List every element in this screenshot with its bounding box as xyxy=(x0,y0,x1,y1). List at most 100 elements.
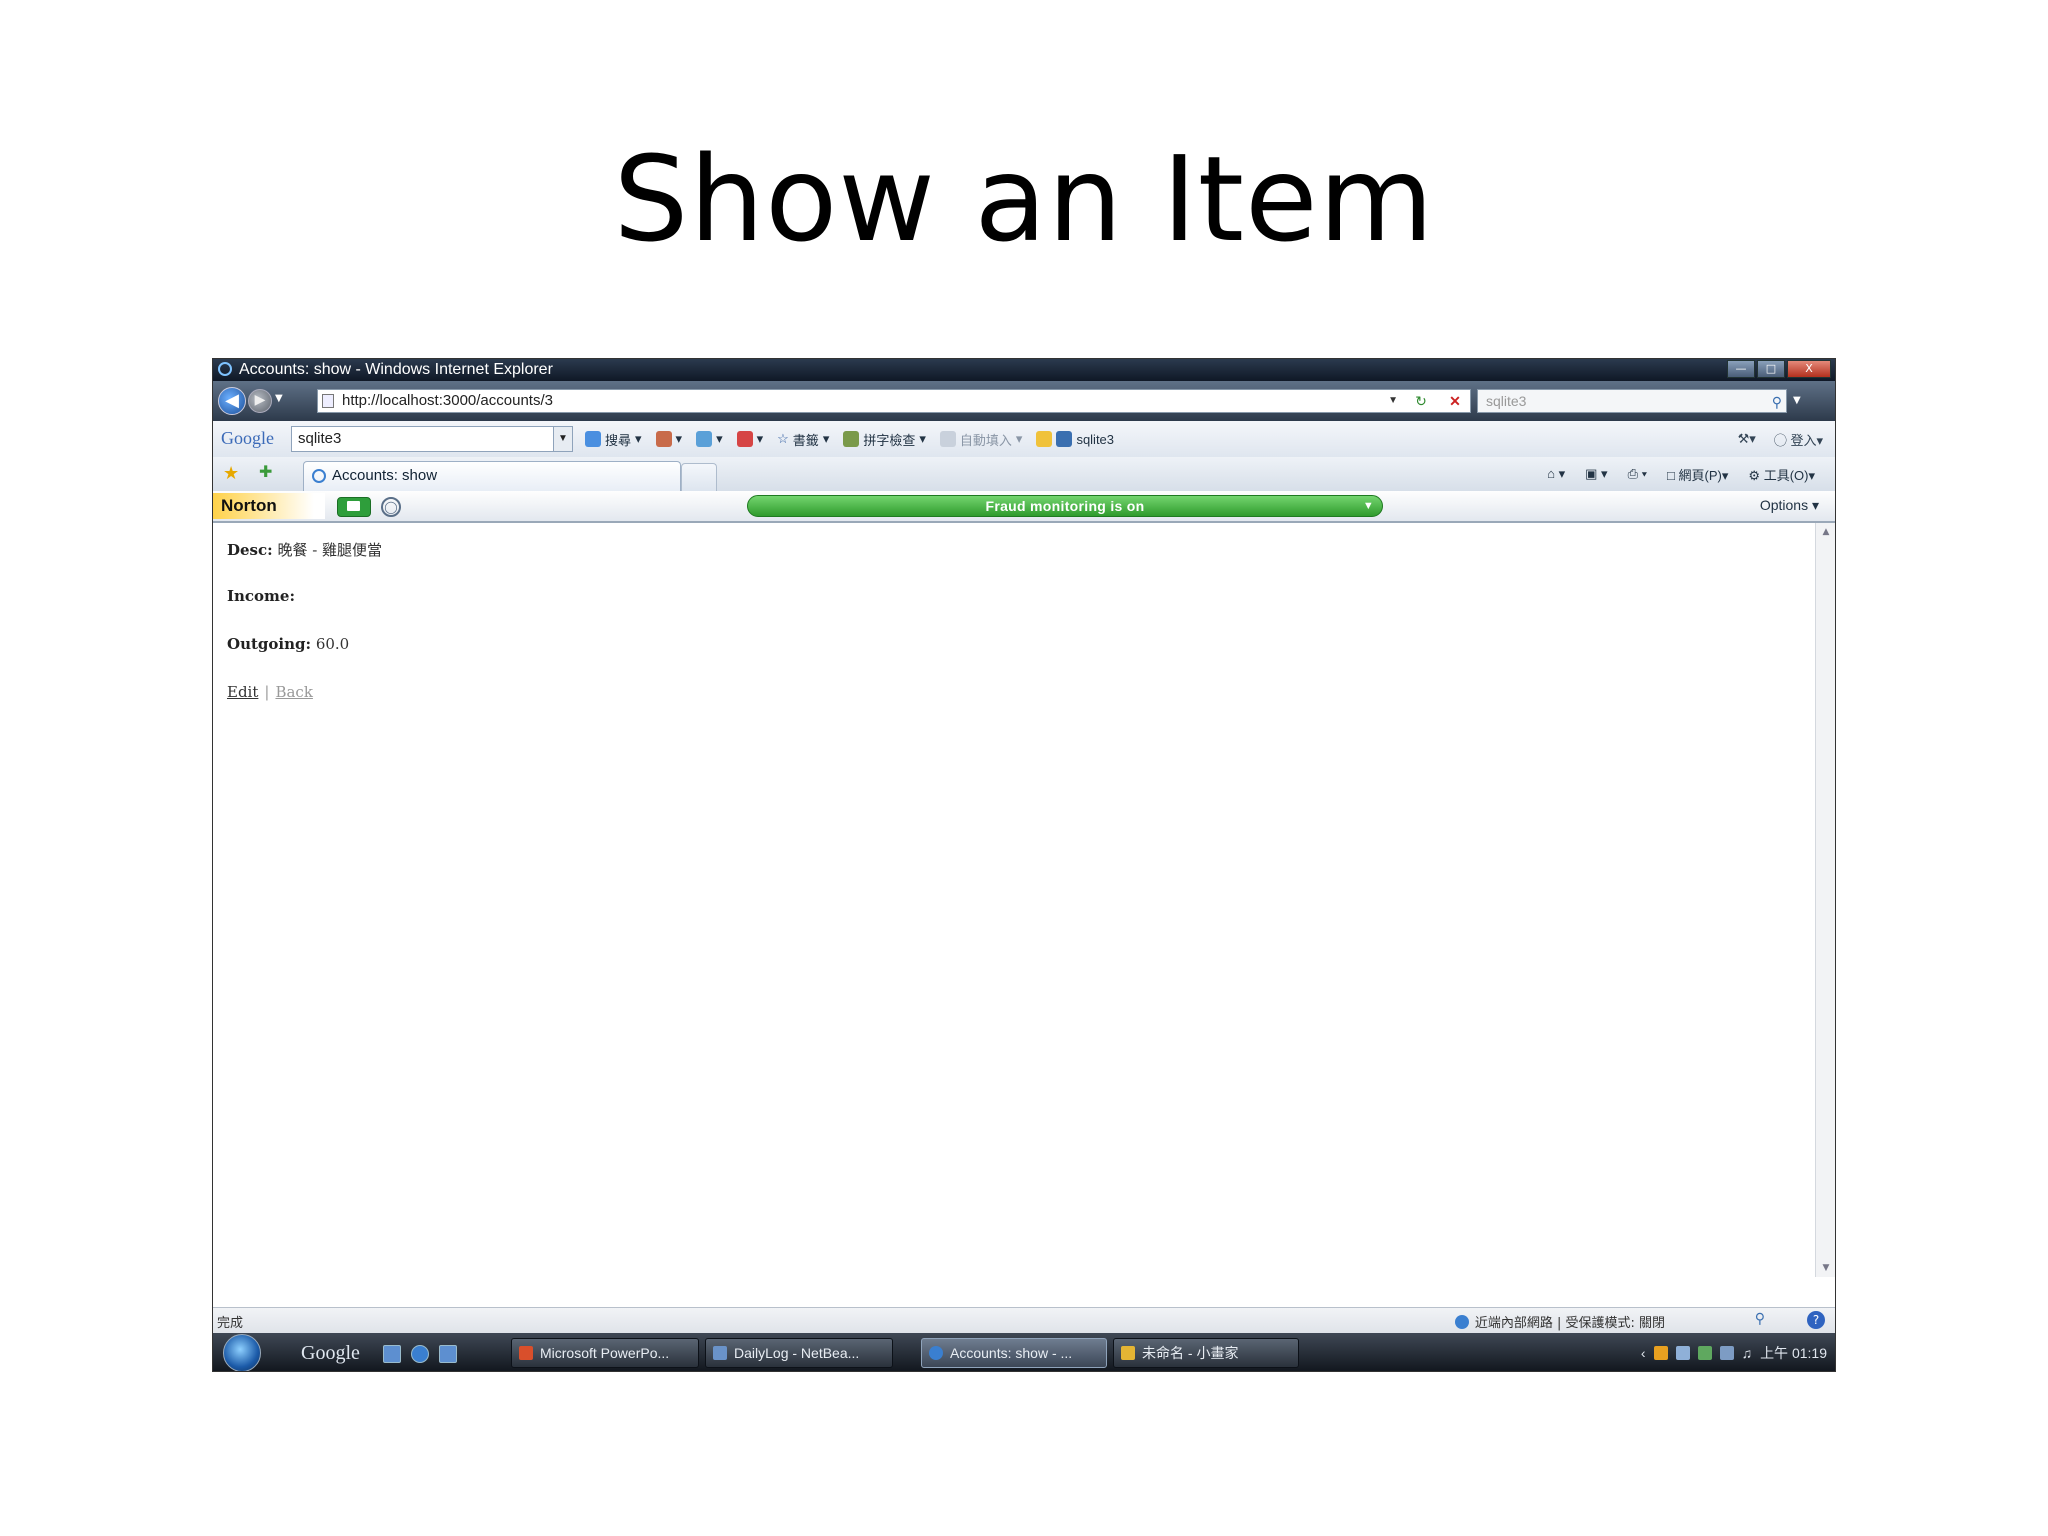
tab-label: Accounts: show xyxy=(332,467,438,484)
page-content: Desc: 晚餐 - 雞腿便當 Income: Outgoing: 60.0 E… xyxy=(213,523,1815,1277)
back-button[interactable]: ◀ xyxy=(218,387,246,415)
outgoing-row: Outgoing: 60.0 xyxy=(227,635,349,653)
tray-app-icon[interactable] xyxy=(1697,1346,1712,1360)
taskbar-label: DailyLog - NetBea... xyxy=(734,1345,860,1361)
tray-expand-icon[interactable]: ‹ xyxy=(1641,1345,1646,1361)
norton-toolbar: Norton ◯ Fraud monitoring is on ▼ Option… xyxy=(213,491,1835,523)
edit-link[interactable]: Edit xyxy=(227,683,258,701)
link-separator: | xyxy=(264,683,270,701)
income-label: Income: xyxy=(227,587,296,605)
scroll-up-icon[interactable]: ▲ xyxy=(1816,523,1835,541)
signin-button[interactable]: ◯ 登入▾ xyxy=(1774,430,1823,449)
bookmarks-button[interactable]: ☆ 書籤 ▾ xyxy=(777,430,829,449)
zoom-icon[interactable]: ⚲ xyxy=(1755,1311,1765,1327)
desc-row: Desc: 晚餐 - 雞腿便當 xyxy=(227,539,382,560)
window-title: Accounts: show - Windows Internet Explor… xyxy=(239,361,553,378)
ie-quicklaunch-icon[interactable] xyxy=(411,1345,429,1363)
address-bar[interactable]: http://localhost:3000/accounts/3 ▼ ↻ ✕ xyxy=(317,389,1471,413)
ie-logo-icon xyxy=(218,362,232,376)
new-tab-button[interactable] xyxy=(681,463,717,491)
show-desktop-icon[interactable] xyxy=(383,1345,401,1363)
favorites-star-icon[interactable]: ★ xyxy=(223,464,239,482)
network-icon[interactable] xyxy=(1719,1346,1734,1360)
print-icon[interactable]: ⎙ ▾ xyxy=(1628,466,1647,482)
ie-page-icon xyxy=(312,469,326,483)
search-icon[interactable]: ⚲ xyxy=(1772,391,1782,413)
ime-tray-icon[interactable] xyxy=(1675,1346,1690,1360)
plus-icon[interactable]: ▾ xyxy=(696,431,723,447)
live-search-input[interactable]: sqlite3 ⚲ xyxy=(1477,389,1787,413)
autofill-label: 自動填入 xyxy=(959,432,1012,448)
popup-blocker-icon[interactable]: ▾ xyxy=(736,431,763,447)
page-menu-label: 網頁(P) xyxy=(1678,467,1722,483)
zone-globe-icon xyxy=(1454,1315,1469,1329)
help-icon[interactable]: ? xyxy=(1807,1311,1825,1329)
page-menu[interactable]: □ 網頁(P)▾ xyxy=(1667,465,1728,484)
outgoing-value: 60.0 xyxy=(315,635,350,653)
tools-menu[interactable]: ⚙ 工具(O)▾ xyxy=(1748,465,1815,484)
taskbar-button-netbeans[interactable]: DailyLog - NetBea... xyxy=(705,1338,893,1368)
window-title-bar[interactable]: Accounts: show - Windows Internet Explor… xyxy=(213,359,1835,381)
command-bar: ⌂ ▾ ▣ ▾ ⎙ ▾ □ 網頁(P)▾ ⚙ 工具(O)▾ xyxy=(1547,457,1815,491)
stop-icon[interactable]: ✕ xyxy=(1446,392,1464,410)
page-menu-icon: □ xyxy=(1667,467,1675,483)
address-url[interactable]: http://localhost:3000/accounts/3 xyxy=(342,390,553,412)
start-button[interactable] xyxy=(223,1334,261,1371)
autofill-button[interactable]: 自動填入 ▾ xyxy=(939,430,1022,449)
spellcheck-label: 拼字檢查 xyxy=(863,432,916,448)
desc-value: 晚餐 - 雞腿便當 xyxy=(277,541,383,559)
netbeans-icon xyxy=(713,1346,727,1360)
fraud-status-text: Fraud monitoring is on xyxy=(985,498,1145,514)
google-search-dropdown[interactable]: ▼ xyxy=(553,427,572,451)
paint-icon xyxy=(1121,1346,1135,1360)
find-icon xyxy=(1056,431,1073,447)
tools-gear-icon: ⚙ xyxy=(1748,467,1761,483)
back-link[interactable]: Back xyxy=(275,683,312,701)
taskbar-button-paint[interactable]: 未命名 - 小畫家 xyxy=(1113,1338,1299,1368)
tab-accounts-show[interactable]: Accounts: show xyxy=(303,461,681,491)
add-favorite-icon[interactable]: ✚ xyxy=(259,464,272,482)
pagerank-icon[interactable]: ▾ xyxy=(655,431,682,447)
powerpoint-icon xyxy=(519,1346,533,1360)
scroll-down-icon[interactable]: ▼ xyxy=(1816,1259,1835,1277)
google-desktop-logo[interactable]: Google xyxy=(301,1342,360,1365)
taskbar-label: Accounts: show - ... xyxy=(950,1345,1073,1361)
signin-label: 登入 xyxy=(1790,432,1817,448)
refresh-icon[interactable]: ↻ xyxy=(1412,392,1430,410)
norton-tray-icon[interactable] xyxy=(1653,1346,1668,1360)
forward-button[interactable]: ▶ xyxy=(248,389,272,413)
fraud-monitoring-status[interactable]: Fraud monitoring is on ▼ xyxy=(747,495,1383,517)
google-search-input[interactable]: sqlite3 ▼ xyxy=(291,426,573,452)
search-provider-dropdown[interactable]: ▼ xyxy=(1793,395,1801,406)
quick-launch xyxy=(383,1345,457,1363)
maximize-button[interactable]: □ xyxy=(1757,360,1785,378)
identity-safe-icon[interactable] xyxy=(337,497,371,517)
spellcheck-button[interactable]: 拼字檢查 ▾ xyxy=(843,430,926,449)
status-bar: 完成 近端內部網路 | 受保護模式: 關閉 ⚲ ? xyxy=(213,1307,1835,1334)
minimize-button[interactable]: — xyxy=(1727,360,1755,378)
google-search-button[interactable]: 搜尋 ▾ xyxy=(585,430,642,449)
highlight-button[interactable]: sqlite3 xyxy=(1036,431,1114,447)
system-tray: ‹ ♫ 上午 01:19 xyxy=(1641,1333,1827,1371)
volume-icon[interactable]: ♫ xyxy=(1742,1345,1753,1361)
star-icon: ☆ xyxy=(777,431,789,446)
switch-windows-icon[interactable] xyxy=(439,1345,457,1363)
taskbar-button-ie[interactable]: Accounts: show - ... xyxy=(921,1338,1107,1368)
address-dropdown-icon[interactable]: ▼ xyxy=(1388,390,1398,412)
tools-menu-label: 工具(O) xyxy=(1763,467,1809,483)
norton-options-button[interactable]: Options ▾ xyxy=(1760,497,1819,514)
close-button[interactable]: X xyxy=(1787,360,1831,378)
security-zone[interactable]: 近端內部網路 | 受保護模式: 關閉 xyxy=(1454,1312,1665,1331)
recent-pages-dropdown[interactable]: ▼ xyxy=(275,393,283,404)
taskbar-button-powerpoint[interactable]: Microsoft PowerPo... xyxy=(511,1338,699,1368)
home-icon[interactable]: ⌂ ▾ xyxy=(1547,466,1565,482)
address-row: ◀ ▶ ▼ http://localhost:3000/accounts/3 ▼… xyxy=(213,381,1835,421)
action-links: Edit | Back xyxy=(227,683,313,701)
income-row: Income: xyxy=(227,587,295,605)
vertical-scrollbar[interactable]: ▲ ▼ xyxy=(1815,523,1835,1277)
norton-logo[interactable]: Norton xyxy=(213,493,325,519)
globe-icon[interactable]: ◯ xyxy=(381,497,401,517)
clock[interactable]: 上午 01:19 xyxy=(1760,1343,1827,1363)
wrench-icon[interactable]: ⚒▾ xyxy=(1738,431,1756,447)
feeds-icon[interactable]: ▣ ▾ xyxy=(1585,466,1607,482)
